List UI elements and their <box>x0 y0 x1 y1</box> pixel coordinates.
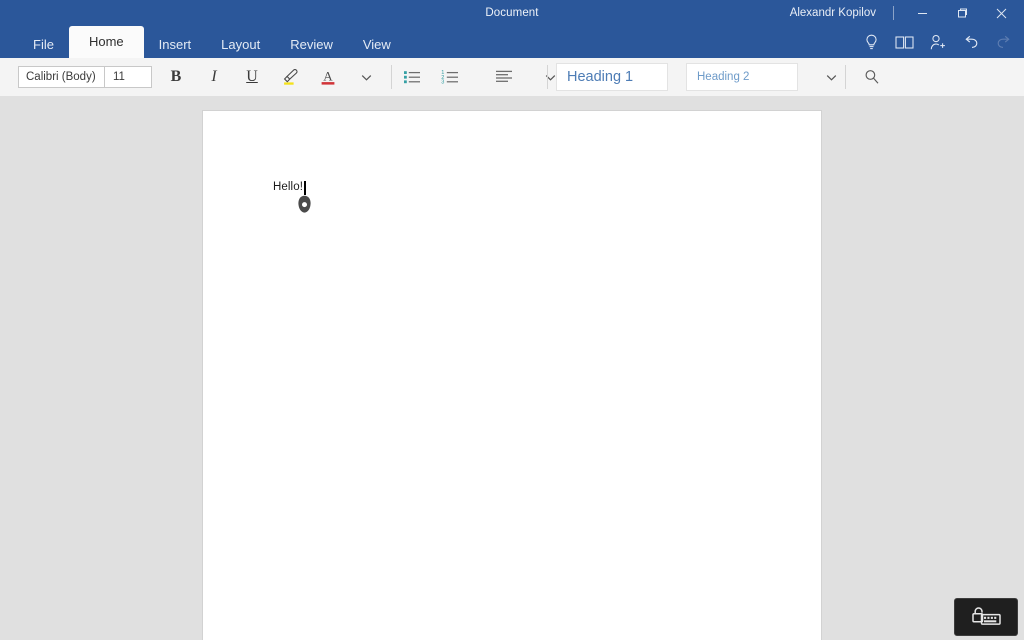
lightbulb-icon[interactable] <box>855 26 888 58</box>
titlebar-divider <box>893 6 894 20</box>
style-heading-2-label: Heading 2 <box>697 71 750 83</box>
font-group: Calibri (Body) 11 <box>18 58 152 96</box>
read-mode-icon[interactable] <box>888 26 921 58</box>
font-style-group: B I U A <box>157 58 385 96</box>
highlighter-icon[interactable] <box>271 60 309 94</box>
tab-view[interactable]: View <box>348 32 406 58</box>
style-heading-2[interactable]: Heading 2 <box>686 63 798 91</box>
font-size-value: 11 <box>113 71 125 83</box>
italic-button[interactable]: I <box>195 60 233 94</box>
formatting-toolbar: Calibri (Body) 11 B I U A 1 2 3 Heading … <box>0 58 1024 97</box>
underline-button[interactable]: U <box>233 60 271 94</box>
toolbar-divider-2 <box>547 65 548 89</box>
tab-layout[interactable]: Layout <box>206 32 275 58</box>
bullet-list-icon[interactable] <box>393 60 431 94</box>
document-canvas[interactable]: Hello! <box>0 96 1024 640</box>
ribbon-quick-actions <box>855 26 1020 58</box>
minimize-button[interactable] <box>904 0 940 26</box>
word-app-window: Document Alexandr Kopilov File Home Inse… <box>0 0 1024 640</box>
styles-gallery: Heading 1 Heading 2 <box>556 58 850 96</box>
numbered-list-icon[interactable]: 1 2 3 <box>431 60 469 94</box>
account-user-name[interactable]: Alexandr Kopilov <box>790 0 876 26</box>
tab-insert[interactable]: Insert <box>144 32 207 58</box>
text-selection-handle-icon[interactable] <box>297 195 312 214</box>
ribbon-tab-bar: File Home Insert Layout Review View <box>0 26 1024 58</box>
touch-keyboard-icon <box>972 607 1001 625</box>
redo-icon <box>987 26 1020 58</box>
document-page[interactable]: Hello! <box>203 111 821 640</box>
svg-text:3: 3 <box>441 80 444 86</box>
undo-icon[interactable] <box>954 26 987 58</box>
ribbon-tabs: File Home Insert Layout Review View <box>18 26 406 58</box>
paragraph-group: 1 2 3 <box>393 58 569 96</box>
font-name-input[interactable]: Calibri (Body) <box>18 66 105 88</box>
tab-file[interactable]: File <box>18 32 69 58</box>
toolbar-divider-3 <box>845 65 846 89</box>
close-button[interactable] <box>983 0 1019 26</box>
align-left-icon[interactable] <box>485 60 523 94</box>
font-name-value: Calibri (Body) <box>26 71 96 83</box>
font-size-input[interactable]: 11 <box>105 66 152 88</box>
document-body-text[interactable]: Hello! <box>273 181 303 193</box>
search-group <box>853 58 891 96</box>
share-person-icon[interactable] <box>921 26 954 58</box>
font-more-chevron-down-icon[interactable] <box>347 60 385 94</box>
touch-keyboard-button[interactable] <box>954 598 1018 636</box>
tab-review[interactable]: Review <box>275 32 348 58</box>
toolbar-divider-1 <box>391 65 392 89</box>
svg-text:A: A <box>323 69 333 84</box>
search-icon[interactable] <box>853 60 891 94</box>
title-bar: Document Alexandr Kopilov <box>0 0 1024 26</box>
style-heading-1[interactable]: Heading 1 <box>556 63 668 91</box>
style-heading-1-label: Heading 1 <box>567 69 634 85</box>
font-color-icon[interactable]: A <box>309 60 347 94</box>
bold-button[interactable]: B <box>157 60 195 94</box>
tab-home[interactable]: Home <box>68 26 144 58</box>
restore-button[interactable] <box>944 0 980 26</box>
text-caret <box>304 181 306 195</box>
